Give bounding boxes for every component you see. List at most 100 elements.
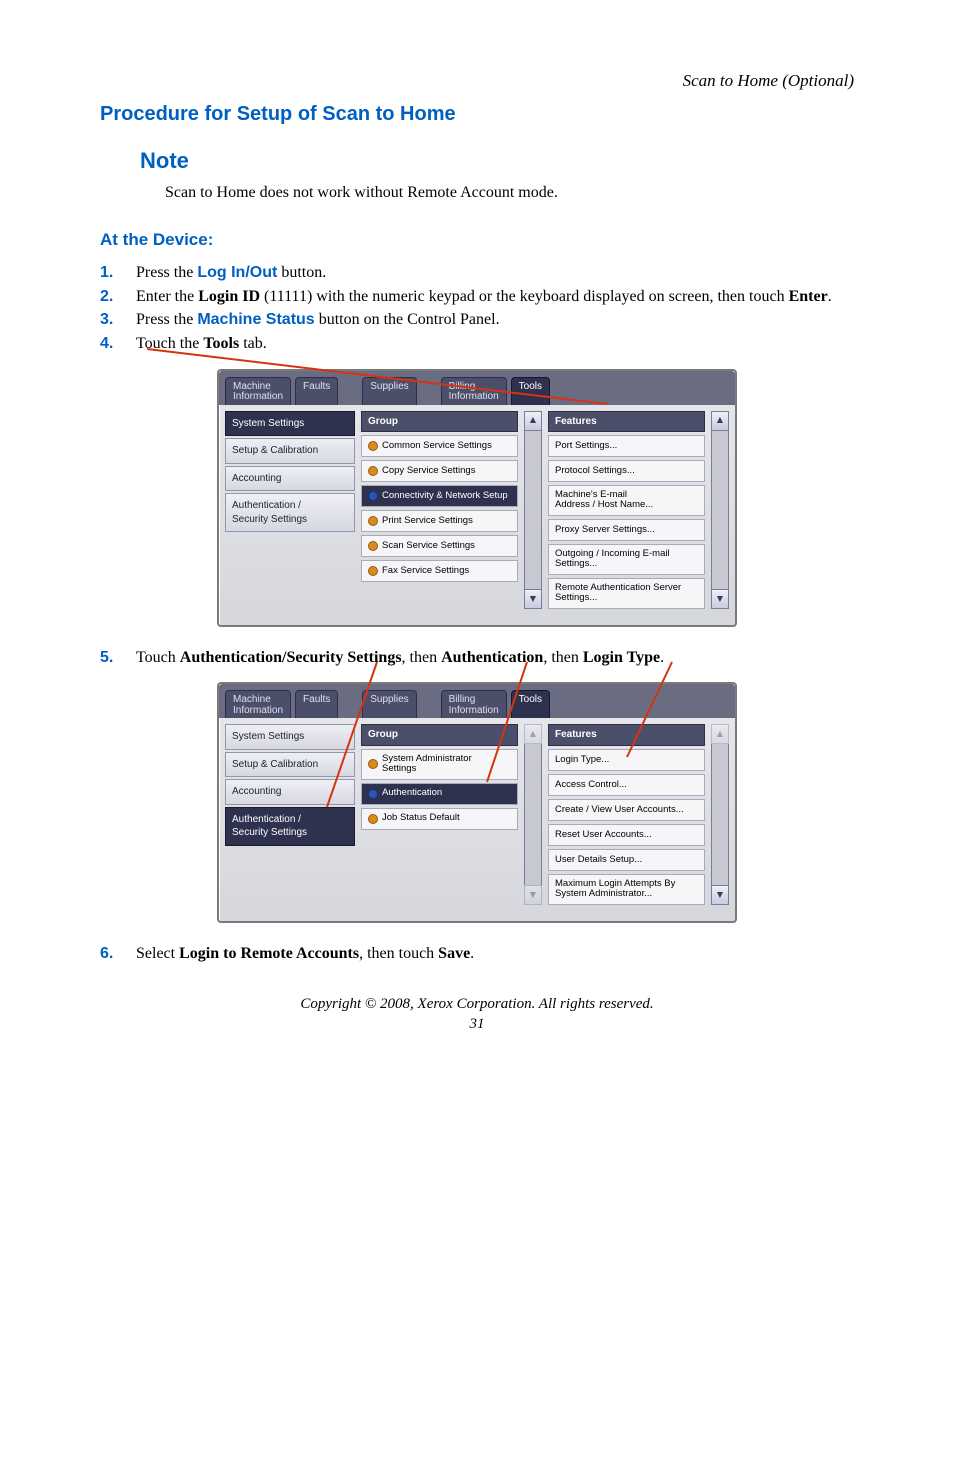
scroll-up-icon[interactable]: ▲	[524, 411, 542, 431]
note-heading: Note	[140, 146, 854, 176]
step-text: , then	[402, 649, 442, 666]
group-item[interactable]: Copy Service Settings	[361, 460, 518, 482]
bullet-icon	[368, 789, 378, 799]
features-column: Features Login Type... Access Control...…	[548, 724, 705, 904]
scrollbar[interactable]: ▲ ▼	[711, 724, 729, 904]
bullet-icon	[368, 759, 378, 769]
step-text: Press the	[136, 311, 197, 328]
step-3: 3. Press the Machine Status button on th…	[100, 309, 854, 331]
ui-term: Enter	[789, 288, 828, 305]
group-item[interactable]: Scan Service Settings	[361, 535, 518, 557]
page-header-section: Scan to Home (Optional)	[100, 70, 854, 93]
feature-item[interactable]: Port Settings...	[548, 435, 705, 457]
tab-tools[interactable]: Tools	[511, 690, 550, 718]
sidebar-item-accounting[interactable]: Accounting	[225, 779, 355, 805]
feature-item[interactable]: Create / View User Accounts...	[548, 799, 705, 821]
feature-item[interactable]: Access Control...	[548, 774, 705, 796]
screenshot-2-wrapper: Machine Information Faults Supplies Bill…	[217, 682, 737, 922]
sidebar-item-auth-security[interactable]: Authentication / Security Settings	[225, 493, 355, 532]
step-number: 6.	[100, 943, 136, 965]
sidebar: System Settings Setup & Calibration Acco…	[225, 411, 355, 609]
bullet-icon	[368, 466, 378, 476]
sidebar-item-setup-calibration[interactable]: Setup & Calibration	[225, 752, 355, 778]
ui-term: Log In/Out	[197, 264, 277, 281]
scrollbar[interactable]: ▲ ▼	[524, 724, 542, 904]
group-item[interactable]: System Administrator Settings	[361, 749, 518, 780]
sidebar-item-setup-calibration[interactable]: Setup & Calibration	[225, 438, 355, 464]
screenshot-1-wrapper: Machine Information Faults Supplies Bill…	[217, 369, 737, 627]
ui-term: Authentication/Security Settings	[180, 649, 402, 666]
group-item[interactable]: Common Service Settings	[361, 435, 518, 457]
tab-machine-info[interactable]: Machine Information	[225, 377, 291, 405]
feature-item[interactable]: Protocol Settings...	[548, 460, 705, 482]
tab-supplies[interactable]: Supplies	[362, 690, 416, 718]
step-text: tab.	[239, 335, 267, 352]
scroll-track[interactable]	[711, 431, 729, 589]
scrollbar[interactable]: ▲ ▼	[711, 411, 729, 609]
feature-item-login-type[interactable]: Login Type...	[548, 749, 705, 771]
scrollbar[interactable]: ▲ ▼	[524, 411, 542, 609]
tab-bar: Machine Information Faults Supplies Bill…	[219, 684, 735, 718]
sidebar-item-accounting[interactable]: Accounting	[225, 466, 355, 492]
sidebar-item-system-settings[interactable]: System Settings	[225, 411, 355, 437]
features-header: Features	[548, 724, 705, 746]
step-2: 2. Enter the Login ID (11111) with the n…	[100, 286, 854, 308]
copyright-footer: Copyright © 2008, Xerox Corporation. All…	[100, 994, 854, 1014]
step-5: 5. Touch Authentication/Security Setting…	[100, 647, 854, 669]
tab-billing-info[interactable]: Billing Information	[441, 377, 507, 405]
group-item[interactable]: Job Status Default	[361, 808, 518, 830]
step-text: .	[660, 649, 664, 666]
scroll-up-icon[interactable]: ▲	[711, 411, 729, 431]
sidebar-item-system-settings[interactable]: System Settings	[225, 724, 355, 750]
step-number: 2.	[100, 286, 136, 308]
group-column: Group System Administrator Settings Auth…	[361, 724, 518, 904]
section-title: Procedure for Setup of Scan to Home	[100, 101, 854, 128]
feature-item[interactable]: Maximum Login Attempts By System Adminis…	[548, 874, 705, 905]
feature-item[interactable]: Proxy Server Settings...	[548, 519, 705, 541]
screenshot-1: Machine Information Faults Supplies Bill…	[217, 369, 737, 627]
feature-item[interactable]: Outgoing / Incoming E-mail Settings...	[548, 544, 705, 575]
scroll-down-icon[interactable]: ▼	[524, 589, 542, 609]
ui-term: Save	[438, 945, 470, 962]
tab-faults[interactable]: Faults	[295, 690, 338, 718]
step-text: , then touch	[359, 945, 438, 962]
scroll-down-icon[interactable]: ▼	[711, 589, 729, 609]
scroll-down-icon[interactable]: ▼	[711, 885, 729, 905]
step-number: 1.	[100, 262, 136, 284]
ui-term: Login ID	[198, 288, 260, 305]
feature-item[interactable]: Machine's E-mail Address / Host Name...	[548, 485, 705, 516]
scroll-track[interactable]	[524, 431, 542, 589]
group-item[interactable]: Fax Service Settings	[361, 560, 518, 582]
step-text: button.	[277, 264, 326, 281]
group-item-authentication[interactable]: Authentication	[361, 783, 518, 805]
tab-machine-info[interactable]: Machine Information	[225, 690, 291, 718]
scroll-up-icon: ▲	[711, 724, 729, 744]
ui-term: Machine Status	[197, 311, 314, 328]
step-text: button on the Control Panel.	[315, 311, 500, 328]
scroll-track[interactable]	[711, 744, 729, 884]
bullet-icon	[368, 541, 378, 551]
tab-billing-info[interactable]: Billing Information	[441, 690, 507, 718]
group-item-connectivity[interactable]: Connectivity & Network Setup	[361, 485, 518, 507]
group-header: Group	[361, 724, 518, 746]
tab-tools[interactable]: Tools	[511, 377, 550, 405]
feature-item[interactable]: User Details Setup...	[548, 849, 705, 871]
tab-faults[interactable]: Faults	[295, 377, 338, 405]
step-text: (11111) with the numeric keypad or the k…	[260, 288, 789, 305]
feature-item[interactable]: Reset User Accounts...	[548, 824, 705, 846]
step-number: 3.	[100, 309, 136, 331]
scroll-track	[524, 744, 542, 884]
step-text: .	[828, 288, 832, 305]
screenshot-2: Machine Information Faults Supplies Bill…	[217, 682, 737, 922]
tab-supplies[interactable]: Supplies	[362, 377, 416, 405]
feature-item[interactable]: Remote Authentication Server Settings...	[548, 578, 705, 609]
ui-term: Login Type	[583, 649, 660, 666]
group-header: Group	[361, 411, 518, 433]
sidebar: System Settings Setup & Calibration Acco…	[225, 724, 355, 904]
features-column: Features Port Settings... Protocol Setti…	[548, 411, 705, 609]
bullet-icon	[368, 566, 378, 576]
sidebar-item-auth-security[interactable]: Authentication / Security Settings	[225, 807, 355, 846]
step-1: 1. Press the Log In/Out button.	[100, 262, 854, 284]
step-text: Enter the	[136, 288, 198, 305]
group-item[interactable]: Print Service Settings	[361, 510, 518, 532]
